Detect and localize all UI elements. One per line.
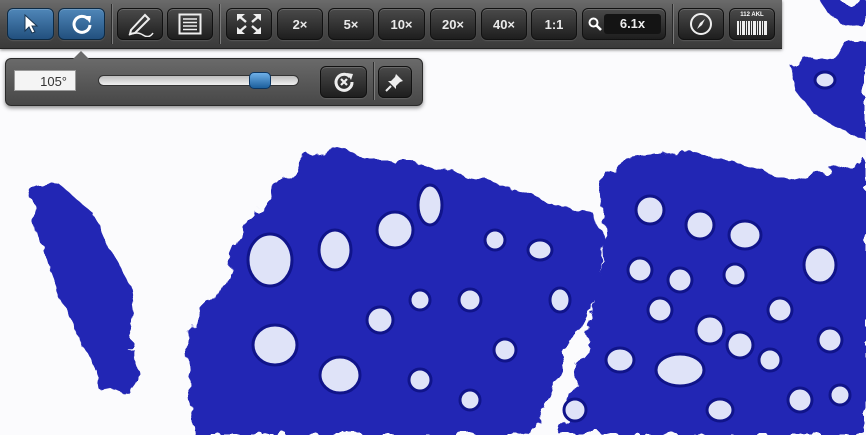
pin-icon xyxy=(385,74,403,92)
select-tool-button[interactable] xyxy=(7,8,54,40)
reset-rotation-icon xyxy=(334,72,354,92)
rotate-tool-button[interactable] xyxy=(58,8,105,40)
toolbar-separator xyxy=(219,4,221,44)
zoom-level-value: 6.1x xyxy=(604,14,661,34)
list-icon xyxy=(178,13,202,35)
barcode-icon xyxy=(737,21,767,35)
rotate-icon xyxy=(72,14,91,34)
rotation-angle-field[interactable]: 105° xyxy=(14,70,76,91)
compass-icon xyxy=(690,13,712,35)
slide-label-text: 112 AKL xyxy=(740,12,764,18)
toolbar: 2× 5× 10× 20× 40× 1:1 6.1x 112 AKL xyxy=(0,0,782,49)
rotation-slider[interactable] xyxy=(98,72,299,89)
navigator-button[interactable] xyxy=(678,8,724,40)
panel-separator xyxy=(373,62,375,100)
toolbar-separator xyxy=(111,4,113,44)
reset-rotation-button[interactable] xyxy=(320,66,367,98)
fit-to-screen-button[interactable] xyxy=(226,8,272,40)
annotate-button[interactable] xyxy=(117,8,163,40)
zoom-20x-button[interactable]: 20× xyxy=(430,8,476,40)
pen-icon xyxy=(128,13,154,37)
pointer-icon xyxy=(24,14,38,34)
expand-arrows-icon xyxy=(237,14,261,34)
magnifier-icon xyxy=(588,17,602,31)
zoom-40x-button[interactable]: 40× xyxy=(481,8,527,40)
annotation-list-button[interactable] xyxy=(167,8,213,40)
zoom-5x-button[interactable]: 5× xyxy=(328,8,374,40)
zoom-2x-button[interactable]: 2× xyxy=(277,8,323,40)
rotation-panel: 105° xyxy=(5,51,423,106)
pin-panel-button[interactable] xyxy=(378,66,412,98)
toolbar-separator xyxy=(672,4,674,44)
zoom-level-field[interactable]: 6.1x xyxy=(582,8,666,40)
zoom-1-1-button[interactable]: 1:1 xyxy=(531,8,577,40)
zoom-10x-button[interactable]: 10× xyxy=(378,8,425,40)
slide-label-button[interactable]: 112 AKL xyxy=(729,8,775,40)
rotation-slider-thumb[interactable] xyxy=(249,72,272,89)
